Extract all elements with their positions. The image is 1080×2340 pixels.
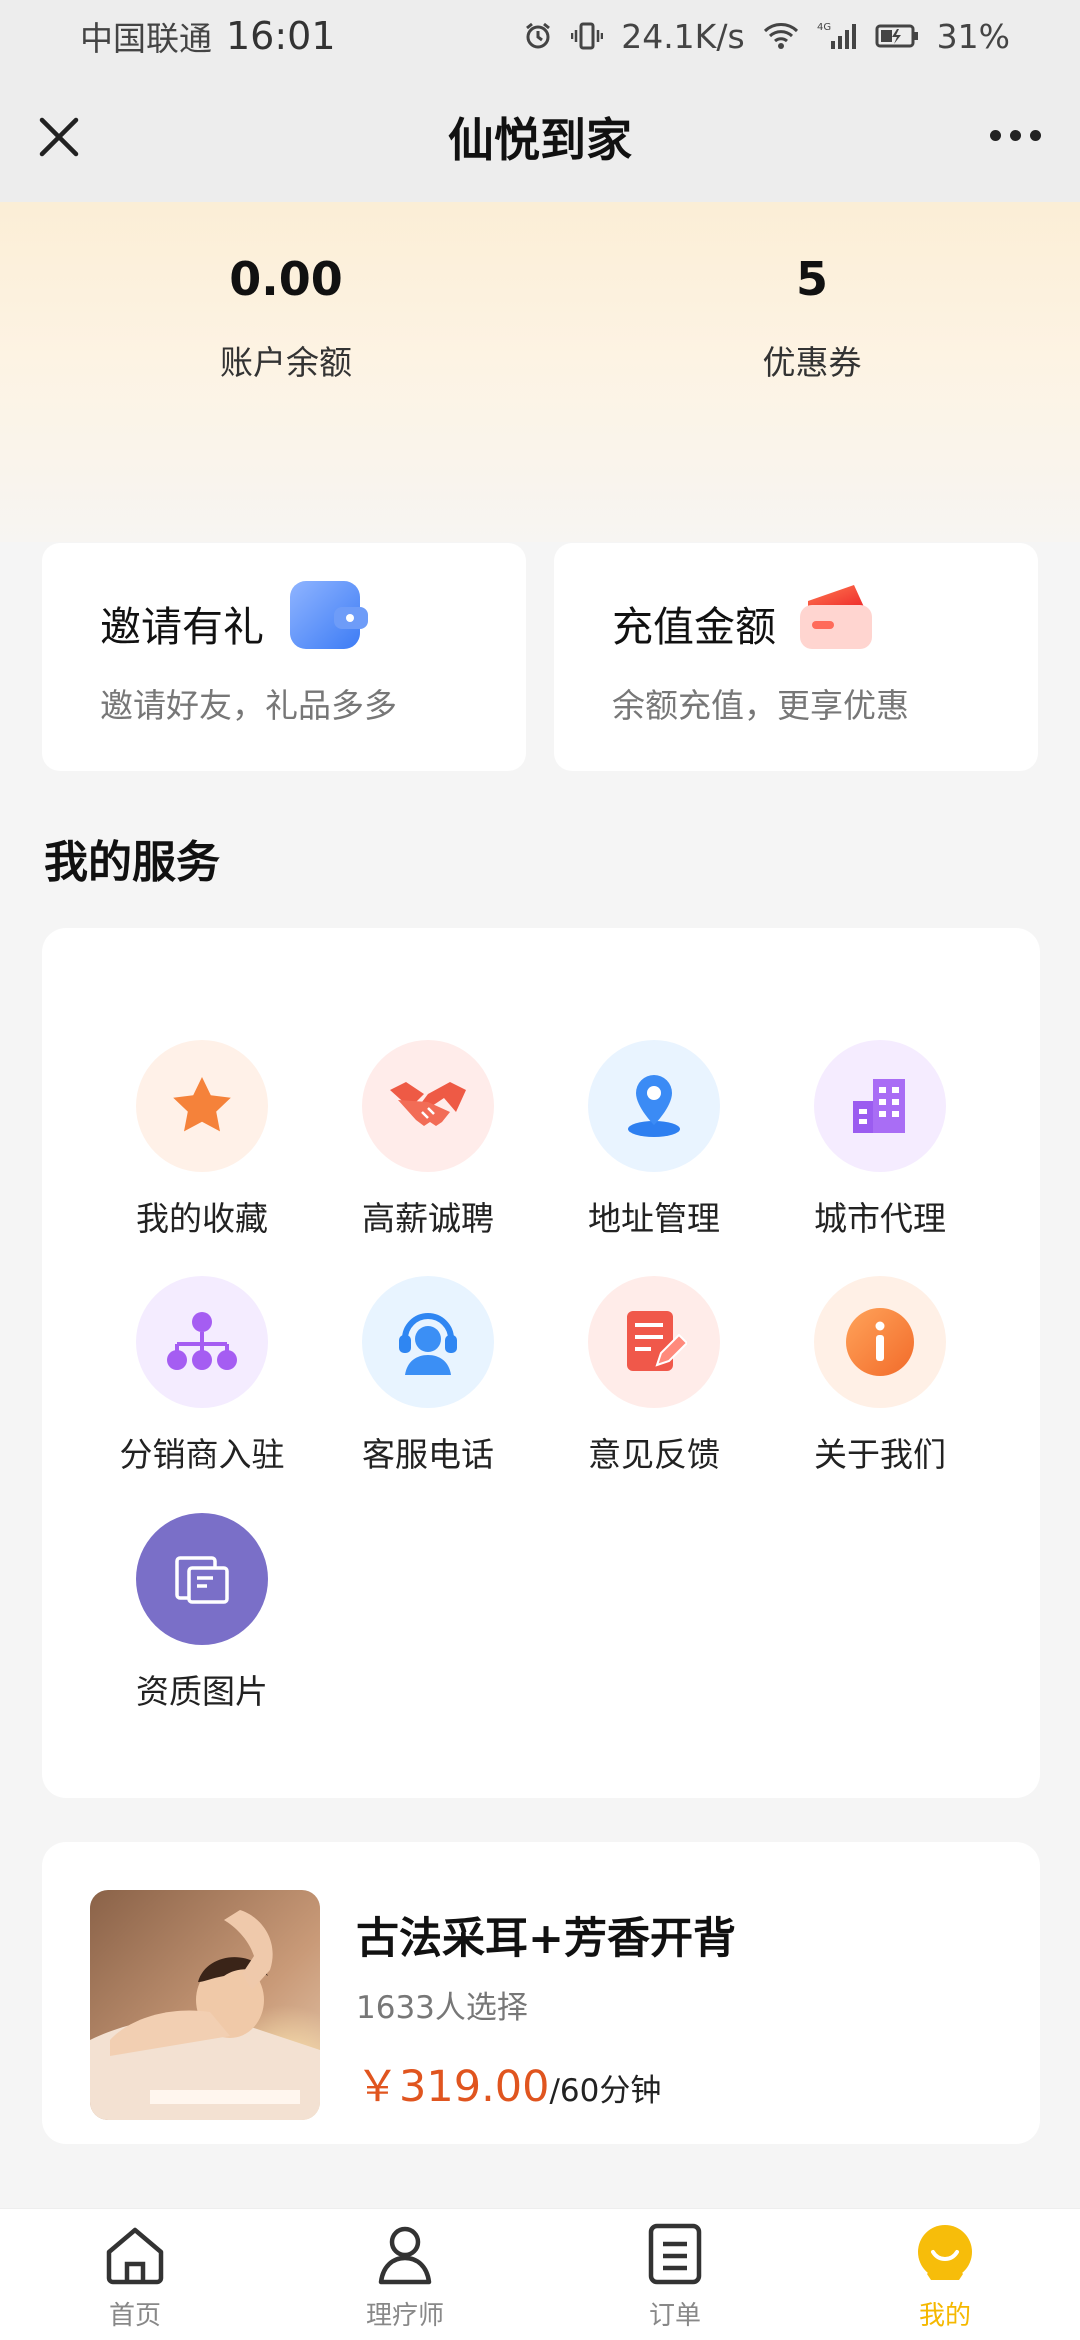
product-count: 1633人选择	[356, 1990, 528, 2026]
services-card: 我的收藏 高薪诚聘 地址管理 城市代理 分销商入驻 客服电话 意见反馈 关于我们…	[42, 928, 1040, 1798]
tab-mine[interactable]: 我的	[855, 2219, 1035, 2332]
tab-orders[interactable]: 订单	[585, 2219, 765, 2332]
coupon-value: 5	[795, 252, 828, 306]
status-time: 16:01	[226, 14, 336, 58]
account-balance[interactable]: 0.00 账户余额	[106, 252, 466, 384]
tab-label: 我的	[918, 2301, 971, 2331]
service-label: 地址管理	[588, 1199, 720, 1238]
org-chart-icon	[136, 1276, 268, 1408]
person-icon	[370, 2219, 440, 2289]
carrier-name: 中国联通	[80, 19, 212, 58]
more-icon[interactable]	[990, 130, 1046, 144]
tab-label: 首页	[108, 2301, 161, 2331]
service-city-agent[interactable]: 城市代理	[780, 1040, 980, 1240]
profile-face-icon	[910, 2219, 980, 2289]
tab-therapist[interactable]: 理疗师	[315, 2219, 495, 2332]
signal-icon: 4G	[817, 21, 857, 51]
service-label: 分销商入驻	[119, 1435, 285, 1474]
service-label: 意见反馈	[588, 1435, 720, 1474]
tab-bar: 首页 理疗师 订单 我的	[0, 2208, 1080, 2340]
vibrate-icon	[571, 21, 604, 51]
location-pin-icon	[588, 1040, 720, 1172]
service-address[interactable]: 地址管理	[554, 1040, 754, 1240]
coupons[interactable]: 5 优惠券	[632, 252, 992, 384]
product-title: 古法采耳+芳香开背	[356, 1914, 737, 1964]
handshake-icon	[362, 1040, 494, 1172]
nav-bar: 仙悦到家	[0, 72, 1080, 202]
card-icon	[794, 571, 886, 663]
service-customer-phone[interactable]: 客服电话	[328, 1276, 528, 1476]
invite-card[interactable]: 邀请有礼 邀请好友，礼品多多	[42, 543, 526, 771]
status-bar: 中国联通 16:01 24.1K/s 4G 31%	[0, 0, 1080, 72]
feedback-icon	[588, 1276, 720, 1408]
services-title: 我的服务	[44, 837, 220, 888]
battery-icon	[875, 23, 919, 49]
balance-label: 账户余额	[220, 343, 352, 382]
page-title: 仙悦到家	[448, 113, 632, 167]
recharge-card[interactable]: 充值金额 余额充值，更享优惠	[554, 543, 1038, 771]
alarm-icon	[523, 21, 553, 51]
headset-icon	[362, 1276, 494, 1408]
close-icon[interactable]	[34, 112, 84, 162]
service-favorites[interactable]: 我的收藏	[102, 1040, 302, 1240]
balance-value: 0.00	[229, 252, 343, 306]
tab-home[interactable]: 首页	[45, 2219, 225, 2332]
service-label: 客服电话	[362, 1435, 494, 1474]
service-recruit[interactable]: 高薪诚聘	[328, 1040, 528, 1240]
invite-title: 邀请有礼	[100, 603, 264, 651]
building-icon	[814, 1040, 946, 1172]
recharge-subtitle: 余额充值，更享优惠	[612, 686, 909, 725]
service-label: 我的收藏	[136, 1199, 268, 1238]
service-label: 关于我们	[814, 1435, 946, 1474]
service-feedback[interactable]: 意见反馈	[554, 1276, 754, 1476]
net-speed: 24.1K/s	[621, 16, 745, 56]
coupon-label: 优惠券	[762, 343, 862, 382]
tab-label: 理疗师	[365, 2301, 444, 2331]
service-label: 城市代理	[814, 1199, 946, 1238]
product-image	[90, 1890, 320, 2120]
product-card[interactable]: 古法采耳+芳香开背 1633人选择 ￥319.00/60分钟	[42, 1842, 1040, 2144]
info-icon	[814, 1276, 946, 1408]
network-type: 4G	[817, 22, 831, 33]
order-list-icon	[640, 2219, 710, 2289]
certificate-icon	[136, 1513, 268, 1645]
star-icon	[136, 1040, 268, 1172]
service-certificates[interactable]: 资质图片	[102, 1513, 302, 1713]
wallet-icon	[284, 571, 376, 663]
price-value: ￥319.00	[356, 2062, 550, 2112]
price-unit: /60分钟	[549, 2073, 662, 2109]
service-about-us[interactable]: 关于我们	[780, 1276, 980, 1476]
product-price: ￥319.00/60分钟	[356, 2052, 661, 2114]
home-icon	[100, 2219, 170, 2289]
wifi-icon	[763, 22, 799, 50]
service-label: 高薪诚聘	[362, 1199, 494, 1238]
tab-label: 订单	[648, 2301, 701, 2331]
service-distributor[interactable]: 分销商入驻	[102, 1276, 302, 1476]
service-label: 资质图片	[136, 1672, 268, 1711]
recharge-title: 充值金额	[612, 603, 776, 651]
invite-subtitle: 邀请好友，礼品多多	[100, 686, 397, 725]
battery-percent: 31%	[936, 16, 1010, 56]
